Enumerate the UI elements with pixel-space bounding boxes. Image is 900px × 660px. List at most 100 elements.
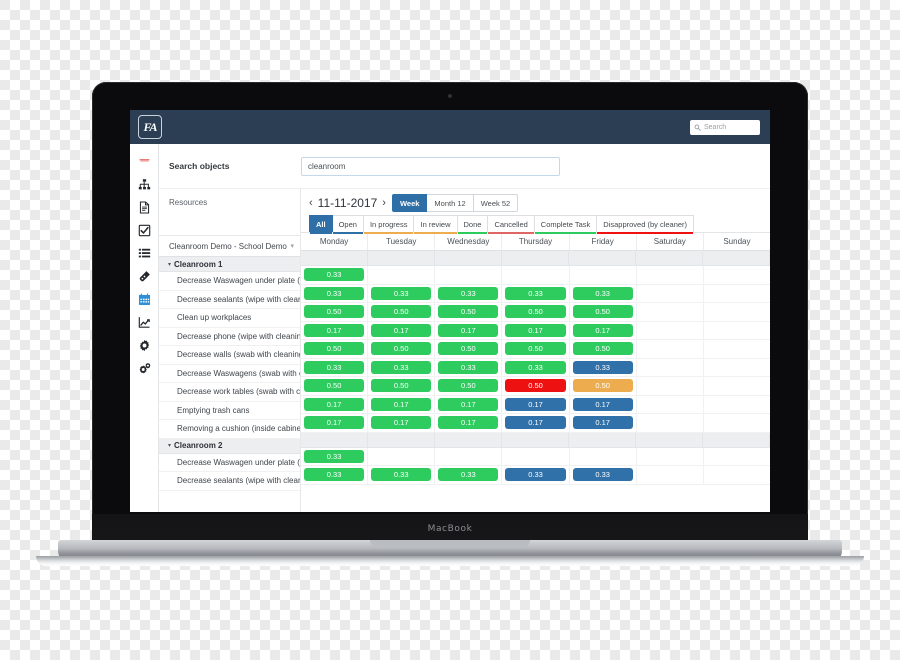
status-tab-disapproved-by-cleaner[interactable]: Disapproved (by cleaner) [597, 215, 695, 234]
schedule-cell[interactable] [637, 466, 704, 484]
sidebar-item-lists[interactable] [130, 242, 158, 265]
schedule-cell[interactable] [704, 377, 770, 395]
schedule-cell[interactable] [704, 359, 770, 377]
task-chip[interactable]: 0.17 [304, 397, 365, 411]
schedule-cell[interactable] [502, 432, 569, 447]
status-tab-all[interactable]: All [309, 215, 333, 234]
task-chip[interactable]: 0.50 [572, 379, 633, 393]
schedule-cell[interactable] [569, 432, 636, 447]
schedule-cell[interactable] [637, 377, 704, 395]
schedule-cell[interactable] [704, 266, 770, 284]
task-chip[interactable]: 0.17 [371, 416, 432, 430]
schedule-cell[interactable] [502, 251, 569, 265]
schedule-cell[interactable]: 0.17 [570, 321, 637, 339]
schedule-cell[interactable] [435, 447, 503, 465]
sidebar-item-tasks[interactable] [130, 219, 158, 242]
task-chip[interactable]: 0.33 [304, 468, 365, 482]
schedule-cell[interactable] [435, 432, 502, 447]
task-chip[interactable]: 0.17 [572, 323, 633, 337]
task-chip[interactable]: 0.33 [572, 468, 633, 482]
task-chip[interactable]: 0.33 [505, 286, 566, 300]
schedule-cell[interactable]: 0.17 [435, 321, 503, 339]
schedule-cell[interactable]: 0.50 [502, 377, 570, 395]
schedule-cell[interactable]: 0.33 [570, 358, 637, 376]
app-logo[interactable]: FA [138, 115, 162, 139]
schedule-cell[interactable]: 0.17 [301, 414, 369, 432]
task-chip[interactable]: 0.50 [371, 305, 432, 319]
task-chip[interactable]: 0.17 [371, 323, 432, 337]
task-chip[interactable]: 0.17 [438, 416, 499, 430]
task-chip[interactable]: 0.33 [371, 286, 432, 300]
schedule-cell[interactable] [637, 414, 704, 432]
task-chip[interactable]: 0.17 [304, 416, 365, 430]
schedule-cell[interactable]: 0.33 [570, 284, 637, 302]
task-chip[interactable]: 0.50 [371, 379, 432, 393]
sidebar-item-documents[interactable] [130, 196, 158, 219]
schedule-cell[interactable]: 0.33 [368, 466, 436, 484]
schedule-cell[interactable]: 0.17 [368, 395, 436, 413]
task-label-row[interactable]: Decrease Waswagens (swab with cleaning/d… [159, 365, 300, 383]
task-chip[interactable]: 0.33 [572, 286, 633, 300]
schedule-cell[interactable] [704, 448, 770, 466]
task-chip[interactable]: 0.33 [572, 360, 633, 374]
view-mode-month-12[interactable]: Month 12 [427, 194, 474, 212]
task-chip[interactable]: 0.33 [505, 360, 566, 374]
schedule-cell[interactable]: 0.33 [301, 266, 369, 284]
sidebar-item-planning[interactable] [130, 288, 158, 311]
schedule-cell[interactable]: 0.33 [301, 358, 369, 376]
task-chip[interactable]: 0.17 [304, 323, 365, 337]
global-search-input[interactable]: Search [690, 119, 760, 135]
sidebar-item-advanced-settings[interactable] [130, 357, 158, 380]
sidebar-item-tags[interactable] [130, 265, 158, 288]
schedule-cell[interactable]: 0.33 [435, 358, 503, 376]
schedule-cell[interactable] [301, 432, 368, 447]
schedule-cell[interactable]: 0.17 [301, 321, 369, 339]
task-chip[interactable]: 0.33 [505, 468, 566, 482]
schedule-cell[interactable]: 0.50 [435, 340, 503, 358]
schedule-cell[interactable] [569, 251, 636, 265]
collapse-triangle-icon[interactable]: ▾ [168, 442, 171, 449]
sidebar-item-organization[interactable] [130, 173, 158, 196]
task-chip[interactable]: 0.50 [304, 305, 365, 319]
schedule-cell[interactable]: 0.17 [435, 414, 503, 432]
task-label-row[interactable]: Removing a cushion (inside cabinet) (wip… [159, 420, 300, 439]
group-header-row[interactable]: ▾ Cleanroom 1 [159, 257, 300, 272]
schedule-cell[interactable] [637, 321, 704, 339]
schedule-cell[interactable]: 0.33 [368, 358, 436, 376]
schedule-cell[interactable]: 0.17 [301, 395, 369, 413]
schedule-cell[interactable] [637, 266, 704, 284]
schedule-cell[interactable]: 0.50 [570, 377, 637, 395]
task-chip[interactable]: 0.50 [438, 342, 499, 356]
next-period-button[interactable]: › [382, 197, 386, 209]
task-chip[interactable]: 0.33 [371, 360, 432, 374]
schedule-cell[interactable] [637, 358, 704, 376]
schedule-cell[interactable]: 0.33 [301, 447, 369, 465]
schedule-cell[interactable]: 0.33 [502, 284, 570, 302]
task-chip[interactable]: 0.33 [438, 286, 499, 300]
task-chip[interactable]: 0.50 [438, 379, 499, 393]
schedule-cell[interactable] [301, 251, 368, 265]
schedule-cell[interactable]: 0.33 [435, 466, 503, 484]
schedule-cell[interactable] [502, 447, 570, 465]
schedule-cell[interactable] [368, 251, 435, 265]
task-chip[interactable]: 0.33 [438, 468, 499, 482]
task-chip[interactable]: 0.17 [572, 397, 633, 411]
schedule-cell[interactable] [704, 340, 770, 358]
schedule-cell[interactable]: 0.33 [301, 466, 369, 484]
task-chip[interactable]: 0.33 [304, 268, 365, 282]
schedule-cell[interactable]: 0.17 [502, 395, 570, 413]
task-chip[interactable]: 0.33 [438, 360, 499, 374]
schedule-cell[interactable]: 0.17 [502, 414, 570, 432]
status-tab-in-review[interactable]: In review [414, 215, 458, 234]
schedule-cell[interactable] [368, 432, 435, 447]
status-tab-cancelled[interactable]: Cancelled [488, 215, 535, 234]
task-chip[interactable]: 0.50 [505, 342, 566, 356]
schedule-cell[interactable] [637, 303, 704, 321]
schedule-cell[interactable] [636, 432, 703, 447]
schedule-cell[interactable]: 0.17 [435, 395, 503, 413]
schedule-cell[interactable]: 0.33 [301, 284, 369, 302]
search-objects-input[interactable]: cleanroom [301, 156, 560, 176]
group-header-row[interactable]: ▾ Cleanroom 2 [159, 438, 300, 454]
task-chip[interactable]: 0.33 [304, 449, 365, 463]
task-chip[interactable]: 0.50 [438, 305, 499, 319]
